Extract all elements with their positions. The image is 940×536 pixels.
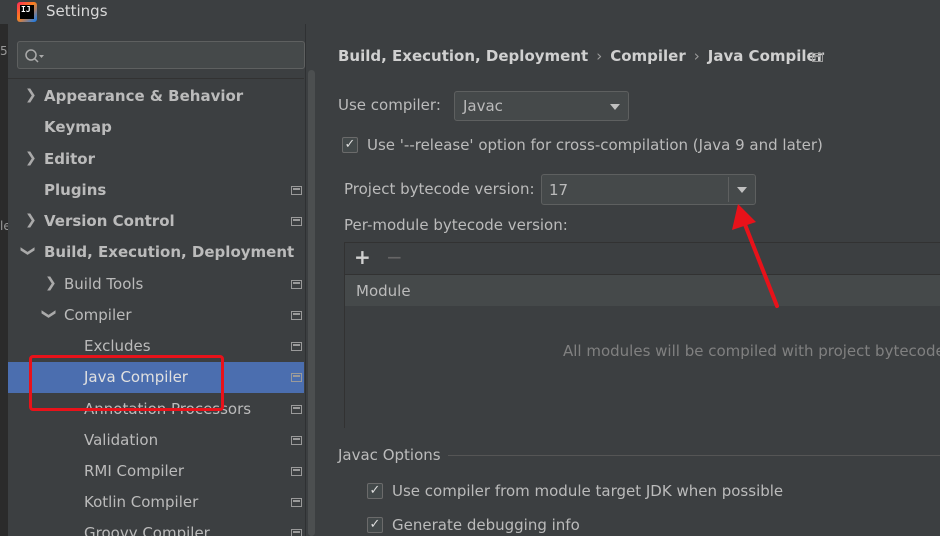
combobox-divider (728, 177, 729, 202)
sidebar-item-rmi-compiler[interactable]: RMI Compiler (8, 456, 304, 487)
remove-icon[interactable]: − (386, 245, 403, 269)
module-table-header[interactable]: Module (345, 274, 940, 307)
search-icon (25, 49, 44, 63)
project-settings-icon (291, 311, 302, 320)
chevron-down-icon (610, 104, 620, 110)
use-compiler-label: Use compiler: (338, 96, 441, 114)
bytecode-version-value: 17 (549, 181, 569, 199)
window-title: Settings (46, 2, 108, 20)
javac-options-group-title: Javac Options (338, 446, 441, 464)
chevron-down-icon: ❯ (19, 245, 36, 257)
background-window-edge (0, 24, 8, 536)
sidebar-scrollbar-thumb[interactable] (308, 70, 315, 536)
project-settings-icon (291, 405, 302, 414)
sidebar-item-label: Editor (44, 150, 95, 168)
sidebar-item-groovy-compiler[interactable]: Groovy Compiler (8, 518, 304, 536)
sidebar-item-appearance-behavior[interactable]: ❯ Appearance & Behavior (8, 81, 304, 112)
project-settings-icon (291, 373, 302, 382)
sidebar-item-label: Kotlin Compiler (84, 493, 199, 511)
sidebar-item-keymap[interactable]: Keymap (8, 112, 304, 143)
debugging-info-checkbox[interactable]: ✓ (367, 517, 383, 533)
project-settings-icon (291, 498, 302, 507)
sidebar-item-label: Keymap (44, 118, 112, 136)
breadcrumb-item[interactable]: Compiler (610, 47, 686, 65)
chevron-down-icon (737, 187, 747, 193)
use-compiler-value: Javac (463, 97, 503, 115)
project-settings-icon (291, 342, 302, 351)
sidebar-item-kotlin-compiler[interactable]: Kotlin Compiler (8, 487, 304, 518)
sidebar-item-build-execution-deployment[interactable]: ❯ Build, Execution, Deployment (8, 237, 304, 268)
sidebar-item-editor[interactable]: ❯ Editor (8, 144, 304, 175)
release-option-checkbox[interactable]: ✓ (342, 137, 358, 153)
sidebar-item-label: Excludes (84, 337, 151, 355)
add-icon[interactable]: + (354, 245, 371, 269)
project-settings-icon (291, 280, 302, 289)
sidebar-item-build-tools[interactable]: ❯ Build Tools (8, 269, 304, 300)
sidebar-item-label: Plugins (44, 181, 107, 199)
per-module-bytecode-label: Per-module bytecode version: (344, 216, 568, 234)
chevron-right-icon: ❯ (25, 212, 37, 228)
sidebar-item-validation[interactable]: Validation (8, 425, 304, 456)
module-table-empty-text: All modules will be compiled with projec… (563, 342, 940, 360)
breadcrumb: Build, Execution, Deployment › Compiler › Ja… (338, 47, 824, 65)
module-table-body[interactable] (345, 306, 940, 428)
sidebar-divider (8, 78, 304, 79)
module-target-jdk-checkbox[interactable]: ✓ (367, 483, 383, 499)
sidebar-item-label: Groovy Compiler (84, 524, 210, 536)
breadcrumb-separator: › (596, 47, 603, 65)
sidebar-item-label: Build Tools (64, 275, 144, 293)
annotation-highlight-box (29, 355, 224, 411)
breadcrumb-item[interactable]: Build, Execution, Deployment (338, 47, 588, 65)
breadcrumb-separator: › (693, 47, 700, 65)
sidebar-item-label: RMI Compiler (84, 462, 185, 480)
module-target-jdk-label: Use compiler from module target JDK when… (392, 482, 784, 500)
sidebar-item-label: Appearance & Behavior (44, 87, 244, 105)
sidebar-item-label: Version Control (44, 212, 175, 230)
chevron-right-icon: ❯ (25, 150, 37, 166)
project-settings-icon (812, 53, 823, 62)
module-table-toolbar: + − (345, 243, 940, 273)
intellij-app-icon-mark: IJ (20, 5, 34, 19)
project-settings-icon (291, 467, 302, 476)
group-separator-line (448, 455, 940, 456)
breadcrumb-item-current: Java Compiler (707, 47, 825, 65)
project-settings-icon (291, 436, 302, 445)
project-settings-icon (291, 186, 302, 195)
background-text-fragment: 5 (0, 44, 8, 58)
annotation-arrow (732, 204, 779, 308)
use-compiler-dropdown[interactable]: Javac (454, 91, 629, 121)
sidebar-item-label: Build, Execution, Deployment (44, 243, 295, 261)
sidebar-item-compiler[interactable]: ❯ Compiler (8, 300, 304, 331)
chevron-down-icon: ❯ (40, 308, 57, 320)
chevron-right-icon: ❯ (25, 87, 37, 103)
sidebar-item-label: Compiler (64, 306, 132, 324)
sidebar-item-label: Validation (84, 431, 159, 449)
bytecode-version-label: Project bytecode version: (344, 180, 535, 198)
settings-search-input[interactable] (17, 41, 305, 69)
chevron-right-icon: ❯ (45, 275, 57, 291)
release-option-label: Use '--release' option for cross-compila… (367, 136, 823, 154)
sidebar-item-plugins[interactable]: Plugins (8, 175, 304, 206)
title-bar (0, 0, 940, 24)
bytecode-version-combobox[interactable]: 17 (541, 174, 756, 205)
project-settings-icon (291, 529, 302, 536)
sidebar-item-version-control[interactable]: ❯ Version Control (8, 206, 304, 237)
debugging-info-label: Generate debugging info (392, 516, 580, 534)
module-column-header[interactable]: Module (356, 282, 411, 300)
project-settings-icon (291, 217, 302, 226)
